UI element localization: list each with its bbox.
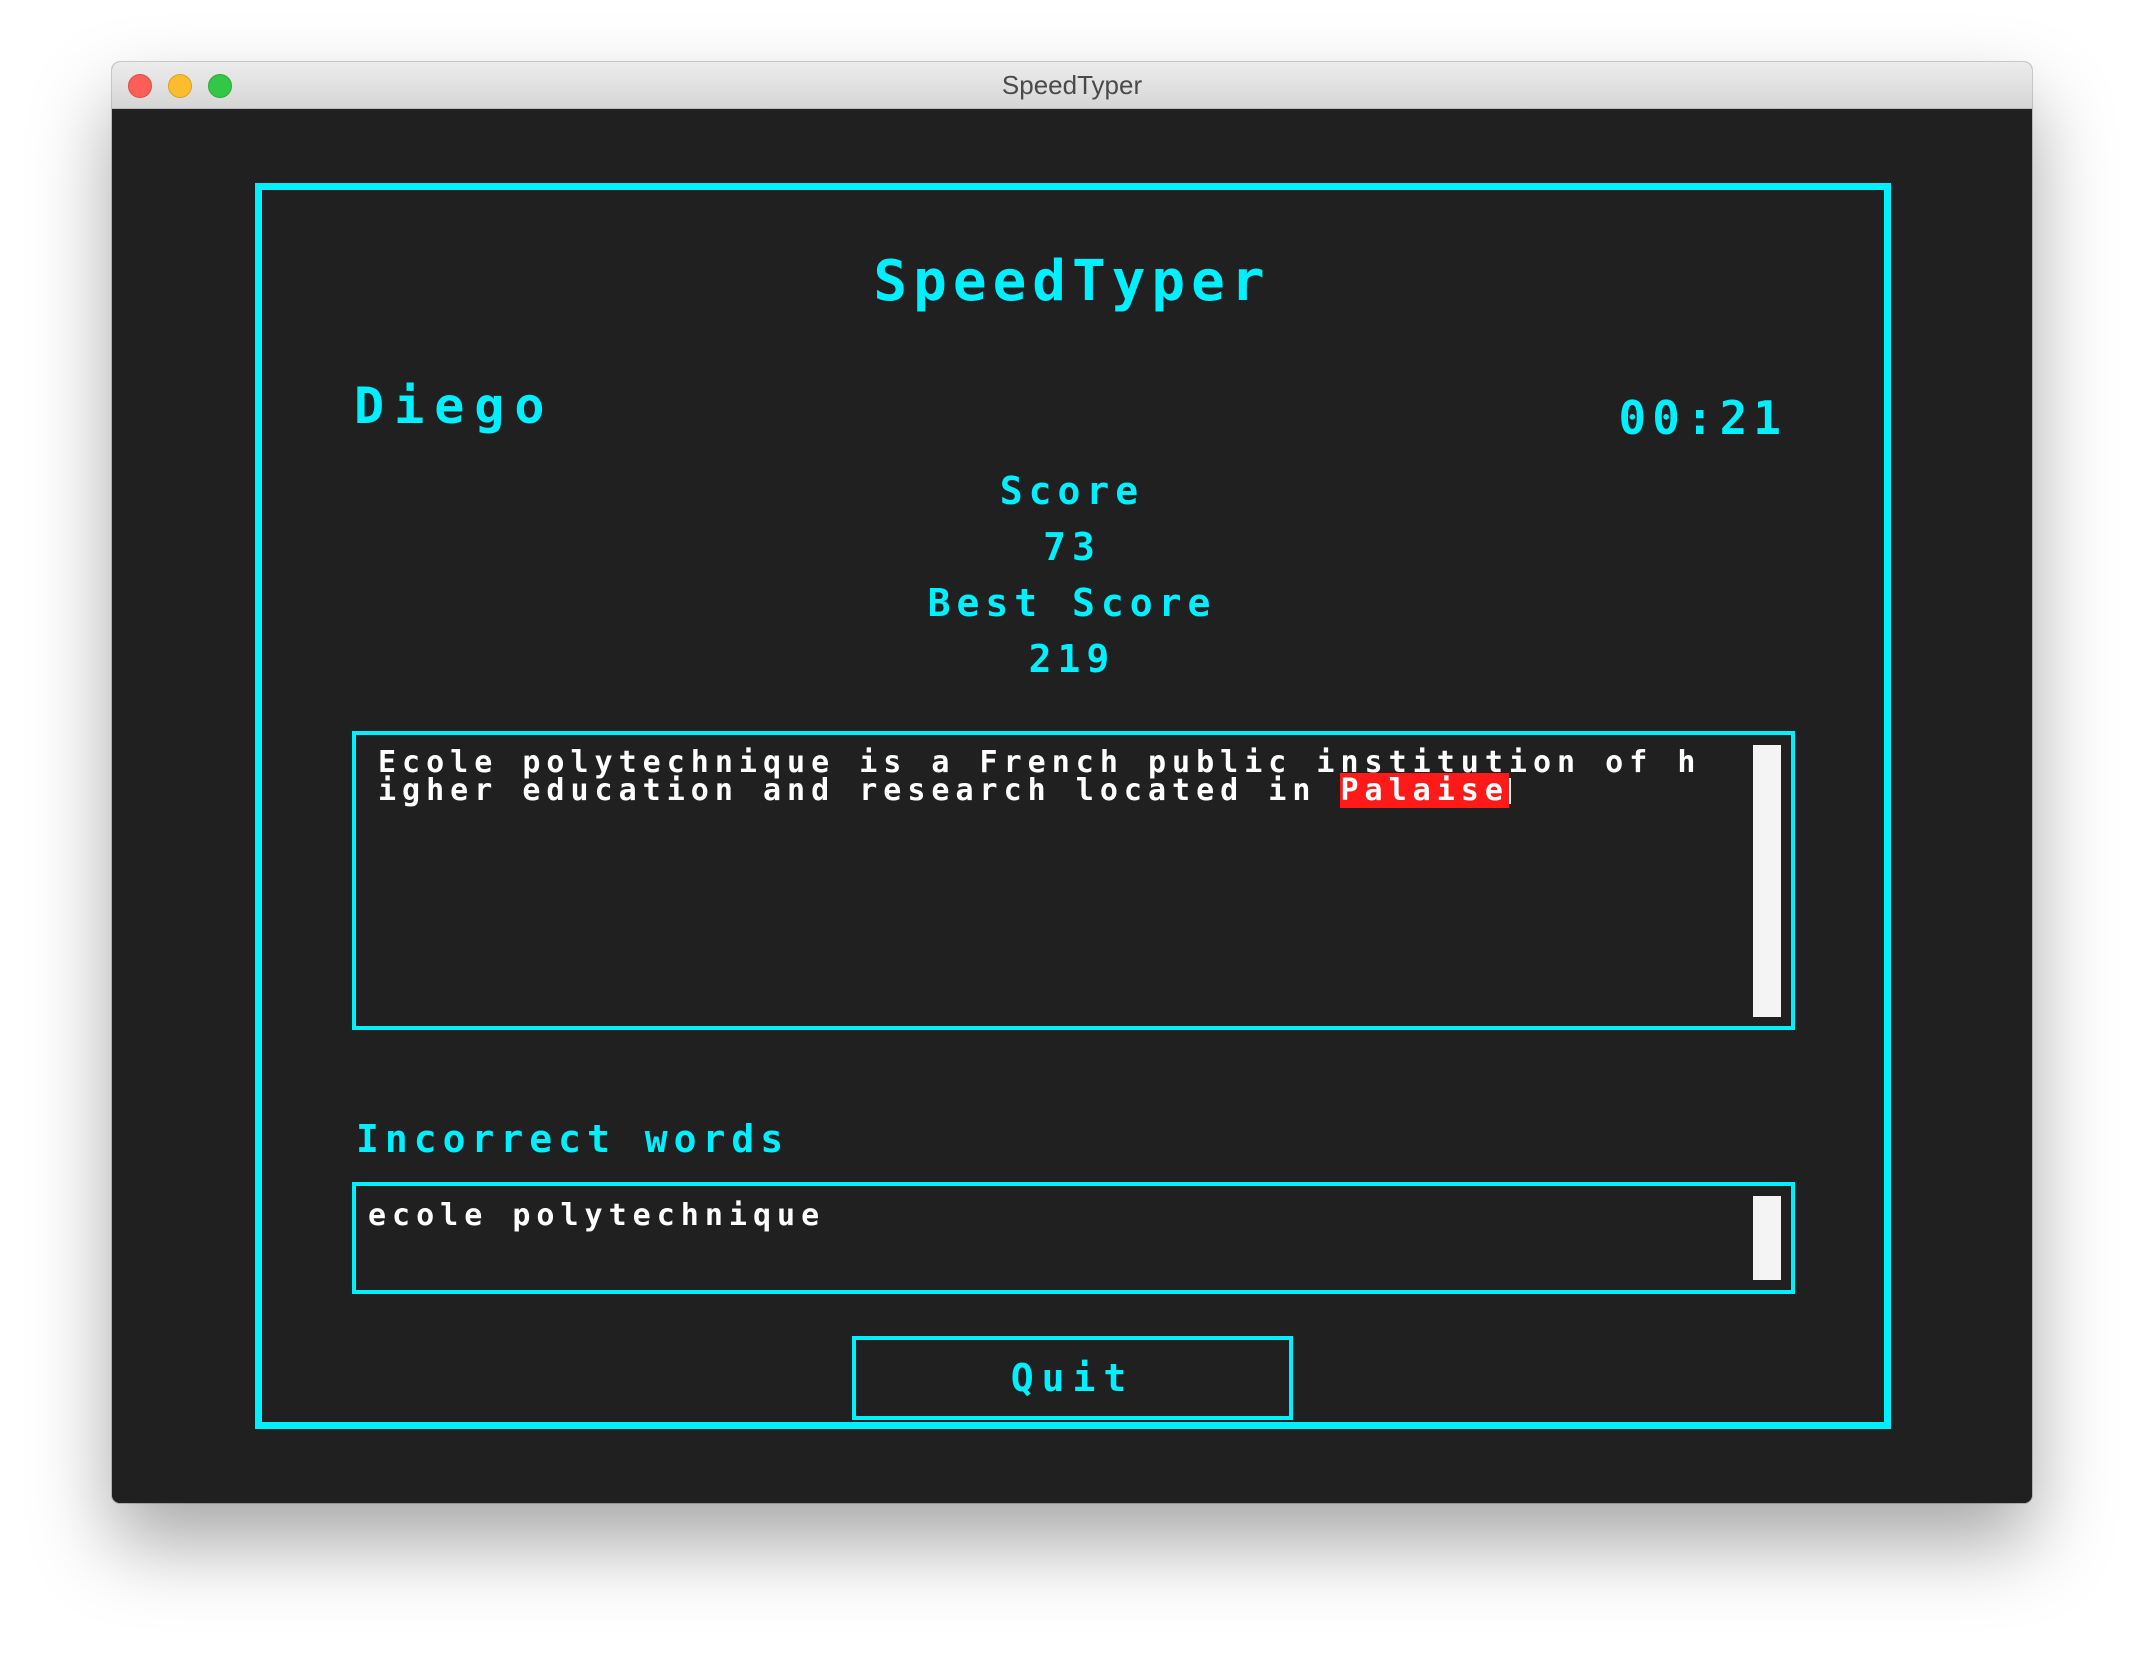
typing-scrollbar[interactable] bbox=[1753, 745, 1781, 1017]
typing-text: Ecole polytechnique is a French public i… bbox=[378, 748, 1718, 808]
score-label: Score bbox=[999, 469, 1145, 513]
timer: 00:21 bbox=[1618, 391, 1787, 445]
current-word-error: Palaise bbox=[1340, 773, 1509, 808]
app-window: SpeedTyper SpeedTyper Diego 00:21 Score … bbox=[112, 62, 2032, 1503]
incorrect-words-scrollbar[interactable] bbox=[1753, 1196, 1781, 1280]
best-score-label: Best Score bbox=[927, 581, 1217, 625]
app-title: SpeedTyper bbox=[873, 249, 1271, 314]
quit-button[interactable]: Quit bbox=[852, 1336, 1293, 1420]
player-name: Diego bbox=[354, 377, 555, 435]
title-bar: SpeedTyper bbox=[112, 62, 2032, 109]
incorrect-words-label: Incorrect words bbox=[356, 1117, 790, 1161]
score-value: 73 bbox=[1043, 525, 1101, 569]
text-caret bbox=[1508, 778, 1511, 804]
app-content: SpeedTyper Diego 00:21 Score 73 Best Sco… bbox=[112, 109, 2032, 1503]
incorrect-words-list: ecole polytechnique bbox=[368, 1198, 826, 1233]
incorrect-words-area[interactable]: ecole polytechnique bbox=[352, 1182, 1795, 1294]
best-score-value: 219 bbox=[1028, 637, 1116, 681]
typing-text-area[interactable]: Ecole polytechnique is a French public i… bbox=[352, 731, 1795, 1030]
window-title: SpeedTyper bbox=[1001, 70, 1143, 100]
